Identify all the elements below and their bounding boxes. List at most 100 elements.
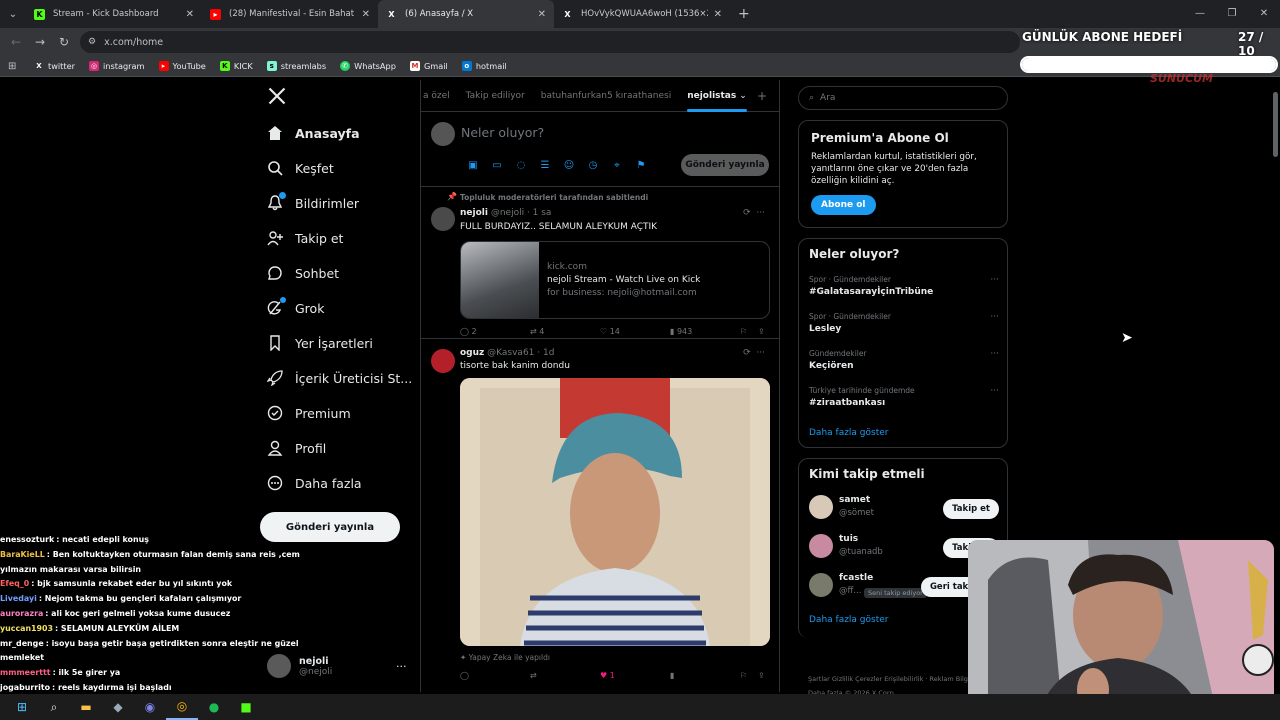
more-icon[interactable]: ··· bbox=[990, 386, 999, 396]
post-image[interactable] bbox=[460, 378, 770, 646]
search-input[interactable]: ⌕ Ara bbox=[798, 86, 1008, 110]
forward-icon[interactable]: → bbox=[28, 35, 52, 49]
compose-input[interactable]: Neler oluyor? bbox=[461, 125, 544, 140]
repost-button[interactable]: ⇄ 4 bbox=[530, 327, 600, 336]
author-name[interactable]: oguz bbox=[460, 348, 484, 358]
author-name[interactable]: nejoli bbox=[460, 208, 488, 218]
bookmark-youtube[interactable]: ▸ YouTube bbox=[158, 61, 206, 71]
account-switcher[interactable]: nejoli @nejoli bbox=[267, 654, 332, 678]
repost-icon[interactable]: ⇄ bbox=[530, 671, 600, 680]
bookmark-icon[interactable]: ⚐ bbox=[740, 671, 758, 680]
chrome-icon[interactable]: ◎ bbox=[166, 694, 198, 720]
kick-icon[interactable]: ■ bbox=[230, 694, 262, 720]
sidebar-item-bookmarks[interactable]: Yer İşaretleri bbox=[266, 334, 373, 352]
sidebar-item-follow[interactable]: Takip et bbox=[266, 229, 343, 247]
sidebar-item-grok[interactable]: Grok bbox=[266, 297, 324, 317]
url-field[interactable]: ⚙ x.com/home bbox=[80, 31, 1020, 53]
browser-tab[interactable]: ▸ (28) Manifestival - Esin Bahat In ✕ bbox=[202, 0, 378, 28]
post-button[interactable]: Gönderi yayınla bbox=[260, 512, 400, 542]
app-icon[interactable]: ◆ bbox=[102, 694, 134, 720]
apps-icon[interactable]: ⊞ bbox=[8, 61, 30, 72]
bookmark-hotmail[interactable]: o hotmail bbox=[461, 61, 507, 71]
who-to-follow-show-more[interactable]: Daha fazla göster bbox=[809, 615, 888, 625]
sidebar-item-explore[interactable]: Keşfet bbox=[266, 159, 334, 177]
windows-start-icon[interactable]: ⊞ bbox=[6, 694, 38, 720]
trend-item[interactable]: Spor · Gündemdekiler Lesley ··· bbox=[809, 312, 999, 334]
tab-private[interactable]: a özel bbox=[421, 80, 458, 112]
account-more-icon[interactable]: ··· bbox=[396, 660, 407, 673]
sidebar-item-premium[interactable]: Premium bbox=[266, 404, 351, 422]
image-icon[interactable]: ▣ bbox=[461, 160, 485, 171]
bookmark-whatsapp[interactable]: ✆ WhatsApp bbox=[340, 61, 396, 71]
bookmark-twitter[interactable]: Xtwitter bbox=[34, 61, 75, 71]
add-list-button[interactable]: + bbox=[757, 89, 767, 103]
trends-show-more[interactable]: Daha fazla göster bbox=[809, 428, 888, 438]
follow-button[interactable]: Takip et bbox=[943, 499, 999, 519]
more-icon[interactable]: ··· bbox=[990, 312, 999, 322]
tab-kiraathanesi[interactable]: batuhanfurkan5 kıraathanesi bbox=[533, 80, 679, 112]
post-more-icon[interactable]: ⟳ ··· bbox=[743, 348, 765, 358]
avatar[interactable] bbox=[431, 349, 455, 373]
gif-icon[interactable]: ▭ bbox=[485, 160, 509, 171]
new-tab-button[interactable]: + bbox=[730, 6, 758, 22]
spotify-icon[interactable]: ● bbox=[198, 694, 230, 720]
browser-tab[interactable]: X HOvVykQWUAA6woH (1536×2 ✕ bbox=[554, 0, 730, 28]
poll-icon[interactable]: ☰ bbox=[533, 160, 557, 171]
tab-following[interactable]: Takip ediliyor bbox=[458, 80, 533, 112]
more-icon[interactable]: ··· bbox=[990, 349, 999, 359]
tab-search-button[interactable]: ⌄ bbox=[0, 0, 26, 28]
bookmark-kick[interactable]: K KICK bbox=[219, 61, 253, 71]
back-icon[interactable]: ← bbox=[4, 35, 28, 49]
bookmark-streamlabs[interactable]: s streamlabs bbox=[266, 61, 326, 71]
scrollbar-thumb[interactable] bbox=[1273, 92, 1278, 157]
sidebar-item-more[interactable]: Daha fazla bbox=[266, 474, 362, 492]
restore-icon[interactable]: ❐ bbox=[1216, 0, 1248, 28]
sidebar-item-home[interactable]: Anasayfa bbox=[266, 124, 360, 142]
file-explorer-icon[interactable]: ▬ bbox=[70, 694, 102, 720]
like-button[interactable]: ♥ 1 bbox=[600, 671, 670, 680]
site-info-icon[interactable]: ⚙ bbox=[88, 37, 96, 47]
close-icon[interactable]: ✕ bbox=[714, 9, 722, 20]
post[interactable]: oguz @Kasva61 · 1d ⟳ ··· tisorte bak kan… bbox=[421, 339, 779, 692]
emoji-icon[interactable]: ☺ bbox=[557, 160, 581, 171]
location-icon[interactable]: ⌖ bbox=[605, 160, 629, 171]
minimize-icon[interactable]: — bbox=[1184, 0, 1216, 28]
post-more-icon[interactable]: ⟳ ··· bbox=[743, 208, 765, 218]
subscribe-button[interactable]: Abone ol bbox=[811, 195, 876, 215]
close-icon[interactable]: ✕ bbox=[186, 9, 194, 20]
avatar[interactable] bbox=[431, 207, 455, 231]
search-icon[interactable]: ⌕ bbox=[38, 694, 70, 720]
bookmark-instagram[interactable]: ◎ instagram bbox=[89, 61, 145, 71]
post[interactable]: 📌 Topluluk moderatörleri tarafından sabi… bbox=[421, 187, 779, 339]
bookmark-icon[interactable]: ⚐ bbox=[740, 327, 758, 336]
sidebar-item-chat[interactable]: Sohbet bbox=[266, 264, 339, 282]
sidebar-item-profile[interactable]: Profil bbox=[266, 439, 326, 457]
share-icon[interactable]: ⇪ bbox=[758, 671, 765, 680]
discord-icon[interactable]: ◉ bbox=[134, 694, 166, 720]
views-button[interactable]: ▮ 943 bbox=[670, 327, 740, 336]
grok-icon[interactable]: ◌ bbox=[509, 160, 533, 171]
share-icon[interactable]: ⇪ bbox=[758, 327, 765, 336]
sidebar-item-creator-studio[interactable]: İçerik Üreticisi St... bbox=[266, 369, 412, 387]
reply-icon[interactable]: ◯ bbox=[460, 671, 530, 680]
trend-item[interactable]: Gündemdekiler Keçiören ··· bbox=[809, 349, 999, 371]
bookmark-gmail[interactable]: M Gmail bbox=[409, 61, 448, 71]
views-icon[interactable]: ▮ bbox=[670, 671, 740, 680]
follow-suggestion[interactable]: samet @sömet Takip et bbox=[809, 495, 999, 521]
close-icon[interactable]: ✕ bbox=[362, 9, 370, 20]
reply-button[interactable]: ◯ 2 bbox=[460, 327, 530, 336]
compose-post-button[interactable]: Gönderi yayınla bbox=[681, 154, 769, 176]
x-logo-icon[interactable] bbox=[267, 86, 287, 106]
trend-item[interactable]: Türkiye tarihinde gündemde #ziraatbankası… bbox=[809, 386, 999, 408]
more-icon[interactable]: ··· bbox=[990, 275, 999, 285]
tab-nejolistas[interactable]: nejolistas ⌄ bbox=[679, 80, 755, 112]
link-card[interactable]: kick.com nejoli Stream - Watch Live on K… bbox=[460, 241, 770, 319]
flag-icon[interactable]: ⚑ bbox=[629, 160, 653, 171]
close-window-icon[interactable]: ✕ bbox=[1248, 0, 1280, 28]
close-icon[interactable]: ✕ bbox=[538, 9, 546, 20]
schedule-icon[interactable]: ◷ bbox=[581, 160, 605, 171]
reload-icon[interactable]: ↻ bbox=[52, 35, 76, 49]
trend-item[interactable]: Spor · Gündemdekiler #GalatasarayİçinTrib… bbox=[809, 275, 999, 297]
browser-tab[interactable]: K Stream - Kick Dashboard ✕ bbox=[26, 0, 202, 28]
sidebar-item-notifications[interactable]: Bildirimler bbox=[266, 192, 359, 212]
